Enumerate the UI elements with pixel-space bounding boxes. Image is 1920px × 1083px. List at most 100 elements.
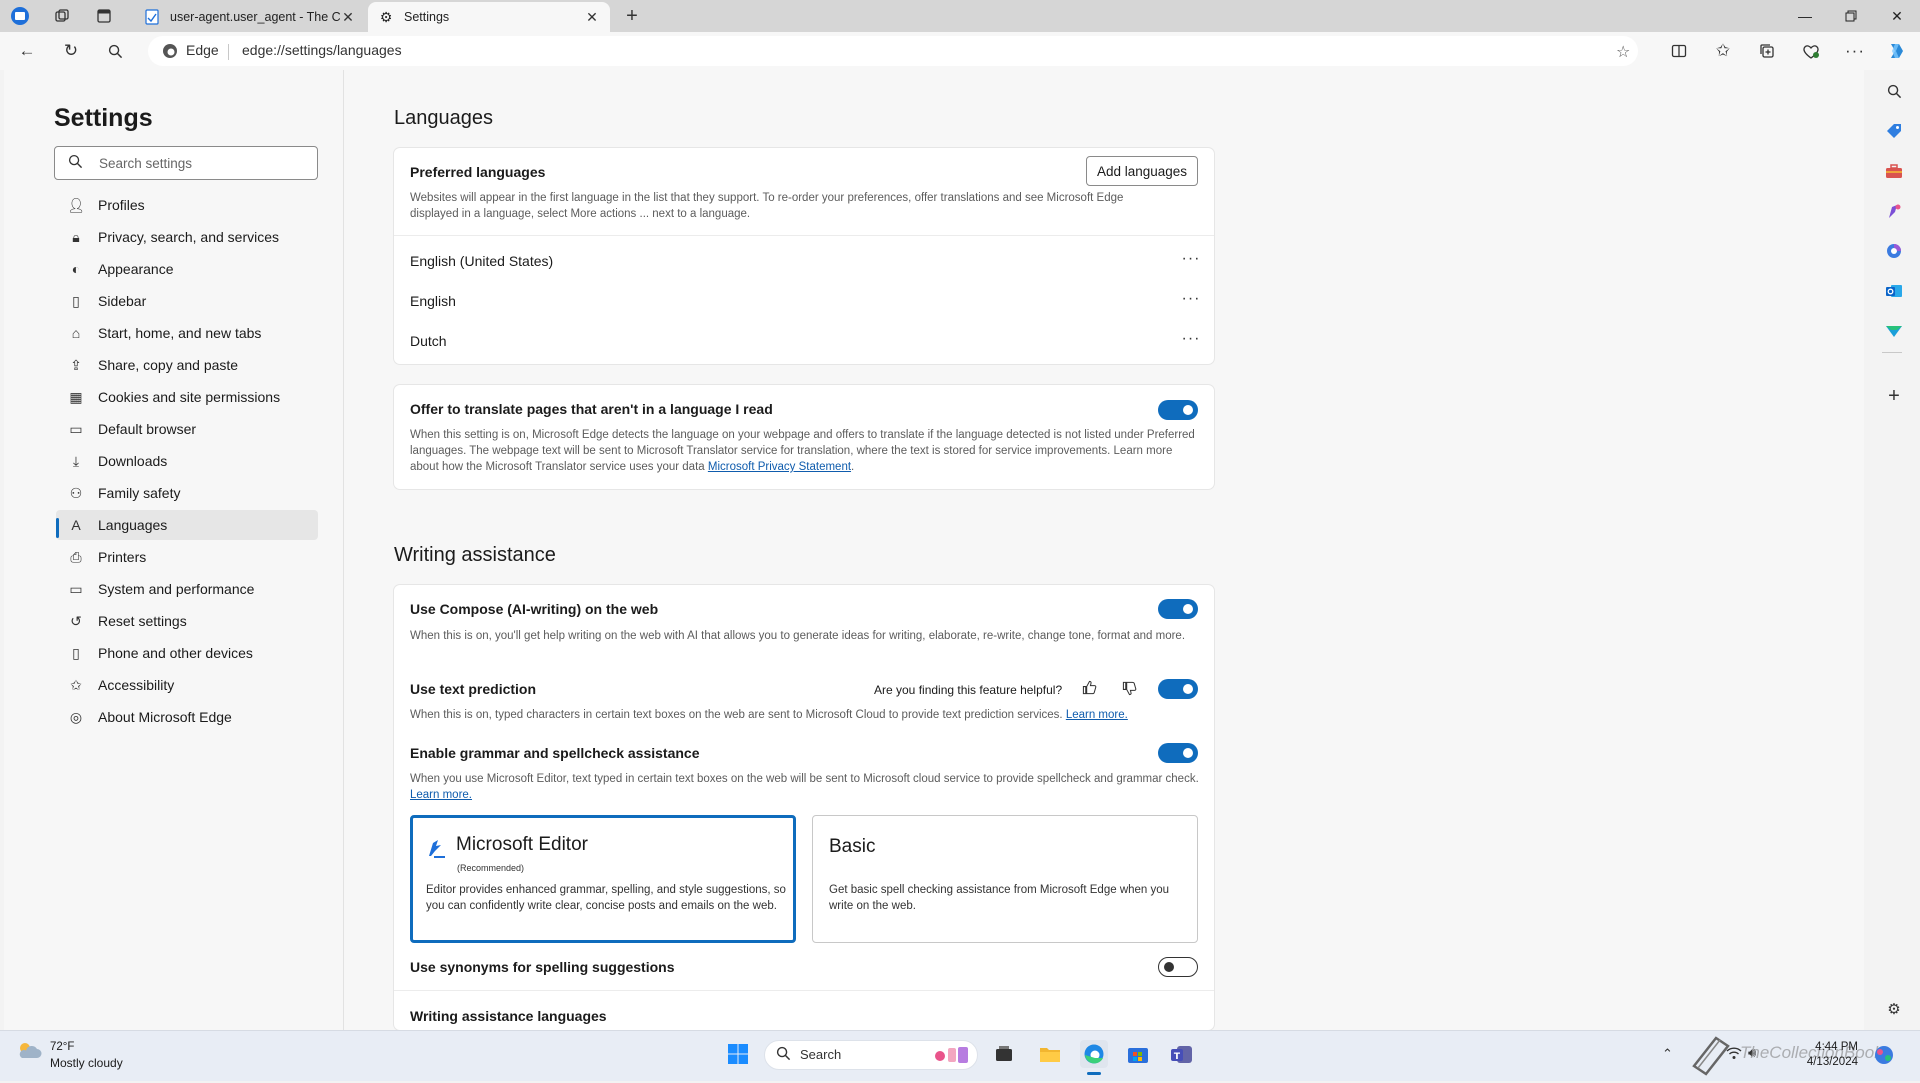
grammar-toggle[interactable] [1158, 743, 1198, 763]
edge-icon: ◎ [69, 708, 83, 725]
translate-toggle[interactable] [1158, 400, 1198, 420]
clock-time[interactable]: 4:44 PM [1786, 1041, 1858, 1053]
sidebar-item-share-copy-and-paste[interactable]: ⇪ Share, copy and paste [56, 350, 318, 380]
favorites-icon[interactable]: ✩ [1710, 39, 1736, 63]
add-icon[interactable]: + [1884, 385, 1904, 407]
sidebar-item-system-and-performance[interactable]: ▭ System and performance [56, 574, 318, 604]
sidebar-item-label: Profiles [98, 197, 145, 213]
sidebar-item-family-safety[interactable]: ⚇ Family safety [56, 478, 318, 508]
url-text[interactable]: edge://settings/languages [242, 42, 402, 58]
compose-label: Use Compose (AI-writing) on the web [410, 601, 659, 617]
privacy-statement-link[interactable]: Microsoft Privacy Statement [708, 461, 851, 473]
translate-card: Offer to translate pages that aren't in … [394, 385, 1214, 489]
weather-condition[interactable]: Mostly cloudy [50, 1056, 123, 1070]
new-tab-icon[interactable]: + [622, 5, 642, 27]
split-screen-icon[interactable] [1666, 39, 1692, 63]
tab-user-agent[interactable]: user-agent.user_agent - The Coll ✕ [134, 2, 366, 32]
preferred-languages-label: Preferred languages [410, 164, 546, 180]
search-icon[interactable] [1884, 81, 1904, 101]
more-actions-icon[interactable]: ··· [1180, 251, 1202, 270]
sidebar-item-label: Share, copy and paste [98, 357, 239, 373]
basic-option[interactable]: Basic Get basic spell checking assistanc… [812, 815, 1198, 943]
sidebar-item-appearance[interactable]: ◐ Appearance [56, 254, 318, 284]
close-icon[interactable]: ✕ [584, 9, 600, 26]
chevron-up-icon[interactable]: ⌃ [1662, 1046, 1673, 1062]
sidebar-item-start-home-and-new-tabs[interactable]: ⌂ Start, home, and new tabs [56, 318, 318, 348]
sidebar-item-reset-settings[interactable]: ↺ Reset settings [56, 606, 318, 636]
sidebar-item-label: Phone and other devices [98, 645, 253, 661]
grammar-description: When you use Microsoft Editor, text type… [410, 771, 1200, 803]
sidebar-item-accessibility[interactable]: ✩ Accessibility [56, 670, 318, 700]
favorite-star-icon[interactable]: ☆ [1616, 42, 1630, 62]
learn-more-link[interactable]: Learn more. [1066, 709, 1128, 721]
copilot-icon[interactable] [1884, 39, 1910, 63]
microsoft-365-icon[interactable] [1884, 241, 1904, 261]
sidebar-settings-gear-icon[interactable]: ⚙ [1884, 999, 1904, 1019]
sidebar-item-label: Appearance [98, 261, 174, 277]
synonyms-toggle[interactable] [1158, 957, 1198, 977]
compose-description: When this is on, you'll get help writing… [410, 630, 1186, 642]
family-icon: ⚇ [69, 484, 83, 501]
more-actions-icon[interactable]: ··· [1180, 331, 1202, 350]
more-options-icon[interactable]: ··· [1842, 39, 1868, 63]
teams-icon[interactable]: T [1168, 1040, 1196, 1068]
refresh-icon[interactable]: ↻ [58, 39, 84, 63]
microsoft-editor-option[interactable]: Microsoft Editor (Recommended) Editor pr… [410, 815, 796, 943]
games-icon[interactable] [1884, 201, 1904, 221]
weather-cloud-icon[interactable] [16, 1040, 42, 1066]
workspaces-icon[interactable] [52, 6, 72, 26]
lock-icon: 🔒︎ [72, 228, 80, 245]
file-explorer-icon[interactable] [1036, 1040, 1064, 1068]
drop-icon[interactable] [1884, 321, 1904, 341]
windows-start-icon[interactable] [724, 1040, 752, 1068]
sidebar-item-phone-and-other-devices[interactable]: ▯ Phone and other devices [56, 638, 318, 668]
language-item: Dutch [410, 333, 447, 349]
sidebar-item-about-microsoft-edge[interactable]: ◎ About Microsoft Edge [56, 702, 318, 732]
outlook-icon[interactable] [1884, 281, 1904, 301]
edge-taskbar-icon[interactable] [1080, 1040, 1108, 1068]
sidebar-item-label: Default browser [98, 421, 197, 437]
task-view-icon[interactable] [990, 1040, 1018, 1068]
text-prediction-toggle[interactable] [1158, 679, 1198, 699]
thumbs-up-icon[interactable] [1082, 680, 1097, 698]
sidebar-item-label: Downloads [98, 453, 168, 469]
sidebar-item-downloads[interactable]: ⤓ Downloads [56, 446, 318, 476]
sidebar-item-privacy-search-and-services[interactable]: 🔒︎ Privacy, search, and services [56, 222, 318, 252]
window-close-icon[interactable]: ✕ [1874, 0, 1920, 32]
text-prediction-description: When this is on, typed characters in cer… [410, 707, 1200, 723]
back-icon[interactable]: ← [14, 39, 40, 63]
sidebar-item-profiles[interactable]: 👤︎ Profiles [56, 190, 318, 220]
document-icon [144, 9, 160, 25]
tab-actions-icon[interactable] [94, 6, 114, 26]
divider [394, 235, 1214, 236]
weather-temperature[interactable]: 72°F [50, 1041, 74, 1053]
settings-title: Settings [54, 104, 153, 132]
learn-more-link[interactable]: Learn more. [410, 789, 472, 801]
profile-avatar-icon[interactable] [10, 6, 30, 26]
sidebar-item-label: About Microsoft Edge [98, 709, 232, 725]
sidebar-item-default-browser[interactable]: ▭ Default browser [56, 414, 318, 444]
add-languages-button[interactable]: Add languages [1086, 156, 1198, 186]
sidebar-item-languages[interactable]: A Languages [56, 510, 318, 540]
search-icon [776, 1046, 791, 1065]
shopping-tag-icon[interactable] [1884, 121, 1904, 141]
notification-icon[interactable] [1872, 1044, 1896, 1071]
sidebar-item-printers[interactable]: ⎙ Printers [56, 542, 318, 572]
minimize-icon[interactable]: — [1782, 0, 1828, 32]
thumbs-down-icon[interactable] [1122, 681, 1137, 699]
sidebar-item-label: Family safety [98, 485, 181, 501]
site-identity-label[interactable]: Edge [186, 42, 219, 58]
close-icon[interactable]: ✕ [340, 9, 356, 26]
microsoft-store-icon[interactable] [1124, 1040, 1152, 1068]
collections-icon[interactable] [1754, 39, 1780, 63]
sidebar-item-cookies-and-site-permissions[interactable]: ▦ Cookies and site permissions [56, 382, 318, 412]
compose-toggle[interactable] [1158, 599, 1198, 619]
more-actions-icon[interactable]: ··· [1180, 291, 1202, 310]
search-icon[interactable] [102, 39, 128, 63]
sidebar-item-sidebar[interactable]: ▯ Sidebar [56, 286, 318, 316]
tools-icon[interactable] [1884, 161, 1904, 181]
tab-settings[interactable]: ⚙ Settings ✕ [368, 2, 610, 32]
browser-essentials-icon[interactable] [1798, 39, 1824, 63]
restore-icon[interactable] [1828, 0, 1874, 32]
clock-date[interactable]: 4/13/2024 [1780, 1056, 1858, 1068]
